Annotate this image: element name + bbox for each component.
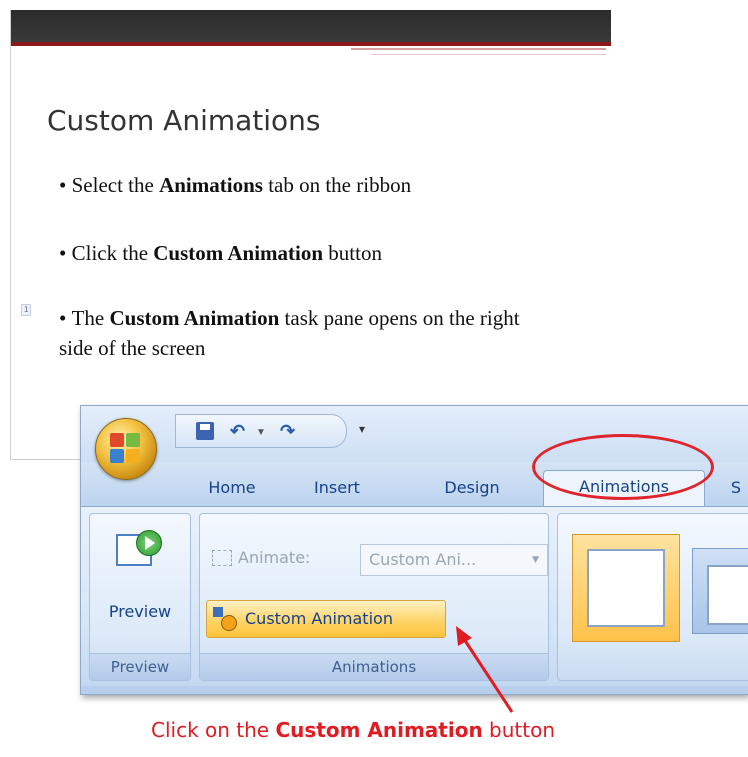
callout-caption: Click on the Custom Animation button	[151, 718, 556, 742]
office-logo-icon	[110, 433, 142, 465]
callout-arrow	[456, 626, 514, 713]
office-button[interactable]	[95, 418, 157, 480]
